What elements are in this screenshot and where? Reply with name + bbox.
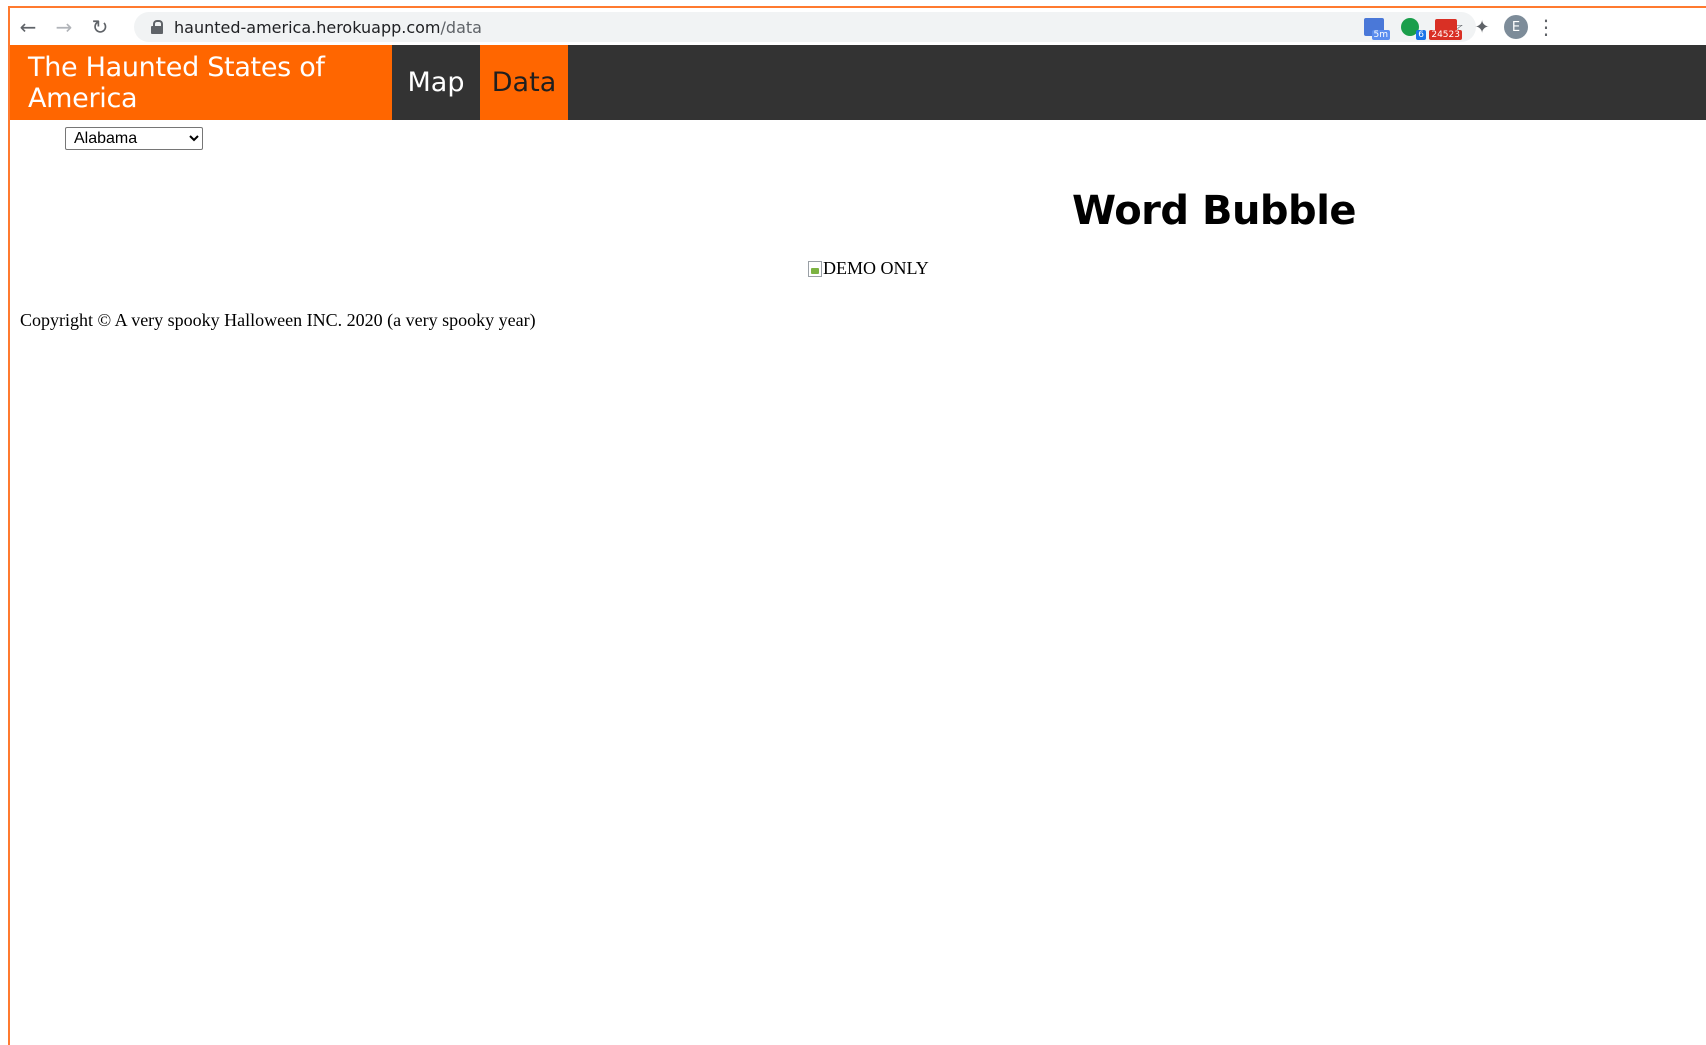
reload-icon[interactable]: ↻: [82, 9, 118, 45]
extensions-area: 5m 6 24523 ✦ E ⋮: [1360, 12, 1556, 42]
url-host: haunted-america.herokuapp.com: [174, 17, 441, 37]
chat-extension-icon[interactable]: 6: [1396, 13, 1426, 41]
avatar[interactable]: E: [1504, 15, 1528, 39]
calendar-extension-icon[interactable]: 5m: [1360, 13, 1390, 41]
browser-window: ← → ↻ haunted-america.herokuapp.com/data…: [8, 6, 1706, 1045]
url-text: haunted-america.herokuapp.com/data: [174, 18, 482, 37]
arrow-left-icon[interactable]: ←: [10, 9, 46, 45]
state-select[interactable]: Alabama: [65, 127, 203, 150]
calendar-badge: 5m: [1371, 30, 1390, 40]
arrow-right-icon[interactable]: →: [46, 9, 82, 45]
image-alt-text: DEMO ONLY: [823, 258, 929, 278]
site-brand[interactable]: The Haunted States of America: [10, 45, 392, 120]
puzzle-icon[interactable]: ✦: [1468, 13, 1496, 41]
broken-image-icon: [808, 260, 822, 277]
mail-extension-icon[interactable]: 24523: [1429, 13, 1462, 41]
url-path: /data: [440, 17, 482, 37]
nav-data[interactable]: Data: [480, 45, 568, 120]
address-bar[interactable]: haunted-america.herokuapp.com/data ☆: [134, 12, 1476, 42]
word-bubble-image: DEMO ONLY: [808, 258, 929, 279]
nav-map[interactable]: Map: [392, 45, 480, 120]
footer-copyright: Copyright © A very spooky Halloween INC.…: [20, 310, 536, 330]
browser-toolbar: ← → ↻ haunted-america.herokuapp.com/data…: [10, 8, 1706, 46]
kebab-icon[interactable]: ⋮: [1536, 15, 1556, 39]
lock-icon[interactable]: [150, 19, 164, 35]
mail-badge: 24523: [1429, 30, 1462, 40]
site-navbar: The Haunted States of America Map Data: [10, 45, 1706, 120]
chat-badge: 6: [1416, 30, 1426, 40]
page-title: Word Bubble: [1072, 188, 1357, 234]
